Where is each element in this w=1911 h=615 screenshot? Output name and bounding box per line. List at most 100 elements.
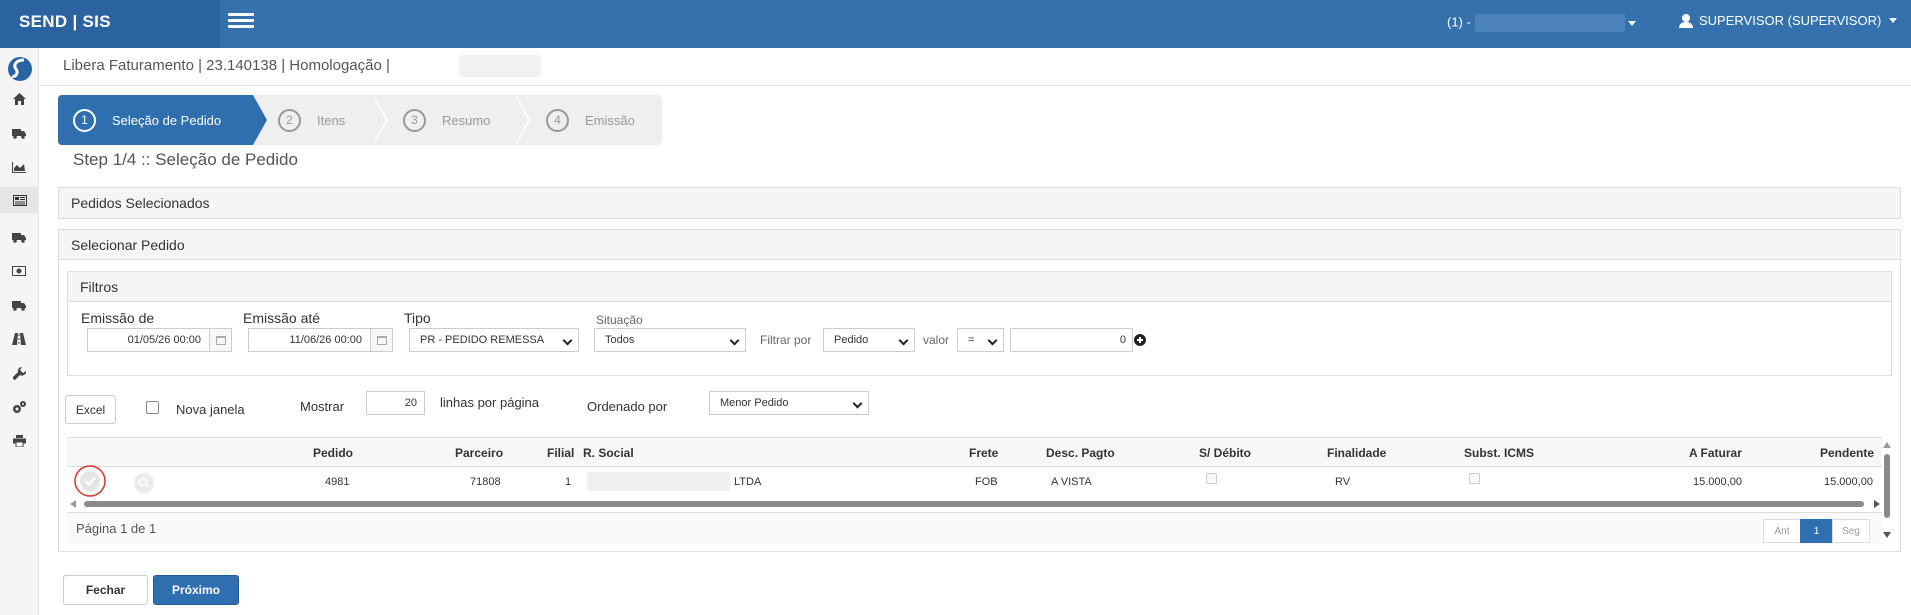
wizard-steps: 1 Seleção de Pedido 2 Itens 3 Resumo 4 E…	[58, 95, 662, 145]
sidebar-item-logistics[interactable]	[9, 125, 29, 141]
sidebar-item-routes[interactable]	[9, 331, 29, 347]
scroll-up-icon[interactable]	[1883, 442, 1891, 448]
emissao-ate-label: Emissão até	[243, 310, 321, 326]
situacao-label: Situação	[596, 313, 643, 327]
sidebar-item-reports[interactable]	[9, 159, 29, 175]
sidebar-item-tools[interactable]	[9, 365, 29, 381]
cell-parceiro: 71808	[470, 476, 501, 488]
nova-janela-checkbox[interactable]	[146, 401, 159, 414]
emissao-de-input[interactable]: 01/05/26 00:00	[87, 328, 232, 352]
scroll-thumb[interactable]	[1884, 454, 1890, 518]
column-desc-pagto[interactable]: Desc. Pagto	[1046, 446, 1115, 460]
table-header: Pedido Parceiro Filial R. Social Frete D…	[67, 437, 1882, 467]
column-razao-social[interactable]: R. Social	[583, 446, 634, 460]
tipo-select[interactable]: PR - PEDIDO REMESSA	[409, 328, 579, 352]
s-debito-checkbox[interactable]	[1206, 473, 1217, 484]
step-label: Emissão	[585, 112, 635, 128]
sidebar-item-settings[interactable]	[9, 399, 29, 415]
app-logo-icon[interactable]	[7, 56, 33, 82]
hamburger-menu-icon[interactable]	[228, 13, 254, 31]
scroll-down-icon[interactable]	[1883, 532, 1891, 538]
user-menu[interactable]: SUPERVISOR (SUPERVISOR)	[1679, 13, 1898, 28]
scroll-thumb[interactable]	[84, 501, 1864, 507]
scroll-left-icon[interactable]	[70, 500, 76, 508]
brand-logo-text[interactable]: SEND | SIS	[0, 0, 220, 48]
emissao-ate-input[interactable]: 11/06/26 00:00	[248, 328, 393, 352]
search-icon[interactable]	[133, 472, 155, 494]
step-label: Seleção de Pedido	[112, 112, 222, 128]
wizard-arrow	[253, 95, 267, 145]
emissao-ate-value: 11/06/26 00:00	[289, 334, 362, 346]
column-a-faturar[interactable]: A Faturar	[1689, 446, 1742, 460]
calendar-icon	[376, 335, 387, 345]
rows-per-page-input[interactable]: 20	[366, 391, 425, 415]
select-check-icon[interactable]	[74, 465, 106, 497]
wrench-icon	[12, 366, 26, 380]
environment-redacted	[459, 55, 541, 77]
next-button[interactable]: Próximo	[153, 575, 239, 605]
vertical-scrollbar[interactable]	[1882, 440, 1892, 540]
panel-title: Pedidos Selecionados	[59, 188, 1900, 218]
sidebar-item-home[interactable]	[9, 91, 29, 107]
table-row[interactable]: 4981 71808 1 LTDA FOB A VISTA RV 15.000,…	[67, 465, 1882, 497]
sidebar-item-finance[interactable]	[9, 263, 29, 279]
sidebar-item-fleet[interactable]	[9, 297, 29, 313]
sidebar-item-print[interactable]	[9, 433, 29, 449]
scroll-right-icon[interactable]	[1874, 500, 1880, 508]
top-navbar: SEND | SIS (1) - SUPERVISOR (SUPERVISOR)	[0, 0, 1911, 48]
column-filial[interactable]: Filial	[547, 446, 574, 460]
wizard-step-2[interactable]: 2 Itens	[278, 95, 345, 145]
column-frete[interactable]: Frete	[969, 446, 998, 460]
column-parceiro[interactable]: Parceiro	[455, 446, 503, 460]
pagination-page-1[interactable]: 1	[1800, 519, 1833, 543]
caret-down-icon	[1889, 18, 1898, 23]
cell-frete: FOB	[975, 476, 998, 488]
area-chart-icon	[12, 161, 26, 173]
wizard-step-4[interactable]: 4 Emissão	[546, 95, 635, 145]
truck-icon	[12, 128, 26, 139]
cell-a-faturar: 15.000,00	[1693, 476, 1742, 488]
column-s-debito[interactable]: S/ Débito	[1199, 446, 1251, 460]
valor-input[interactable]: 0	[1010, 328, 1133, 352]
sidebar-item-billing[interactable]	[0, 187, 39, 213]
wizard-step-3[interactable]: 3 Resumo	[403, 95, 490, 145]
step-number: 2	[278, 108, 301, 132]
column-finalidade[interactable]: Finalidade	[1327, 446, 1386, 460]
print-icon	[12, 435, 26, 447]
pagination: Ant 1 Seg	[1763, 519, 1870, 543]
order-by-select[interactable]: Menor Pedido	[709, 391, 869, 415]
selected-orders-panel[interactable]: Pedidos Selecionados	[58, 187, 1901, 219]
ordenado-label: Ordenado por	[587, 399, 668, 414]
pagination-prev[interactable]: Ant	[1763, 519, 1801, 543]
excel-button[interactable]: Excel	[65, 395, 116, 424]
valor-operator-select[interactable]: =	[957, 328, 1004, 352]
column-pendente[interactable]: Pendente	[1820, 446, 1874, 460]
sidebar-item-shipping[interactable]	[9, 229, 29, 245]
pagination-next[interactable]: Seg	[1832, 519, 1870, 543]
page-title: Libera Faturamento | 23.140138 | Homolog…	[63, 57, 390, 74]
column-pedido[interactable]: Pedido	[313, 446, 353, 460]
table-footer: Página 1 de 1 Ant 1 Seg	[67, 512, 1882, 544]
step-title: Step 1/4 :: Seleção de Pedido	[73, 150, 298, 169]
calendar-button[interactable]	[370, 329, 392, 351]
filters-panel: Filtros	[67, 271, 1892, 376]
truck-icon	[12, 232, 26, 243]
column-subst-icms[interactable]: Subst. ICMS	[1464, 446, 1534, 460]
cell-razao-social: LTDA	[734, 476, 762, 488]
step-number: 4	[546, 108, 569, 132]
filtrar-por-select[interactable]: Pedido	[823, 328, 915, 352]
calendar-button[interactable]	[209, 329, 231, 351]
mostrar-label: Mostrar	[300, 399, 345, 414]
company-selector[interactable]: (1) -	[1447, 14, 1625, 32]
close-button[interactable]: Fechar	[63, 575, 148, 605]
wizard-step-1[interactable]: 1 Seleção de Pedido	[58, 95, 253, 145]
add-filter-icon[interactable]	[1134, 334, 1146, 346]
company-name-redacted	[1474, 14, 1625, 32]
horizontal-scrollbar[interactable]	[70, 498, 1880, 510]
situacao-select[interactable]: Todos	[594, 328, 746, 352]
cell-filial: 1	[565, 476, 572, 488]
subst-icms-checkbox[interactable]	[1469, 473, 1480, 484]
caret-down-icon[interactable]	[1628, 21, 1636, 26]
panel-title: Selecionar Pedido	[59, 230, 1900, 260]
cell-pendente: 15.000,00	[1824, 476, 1873, 488]
